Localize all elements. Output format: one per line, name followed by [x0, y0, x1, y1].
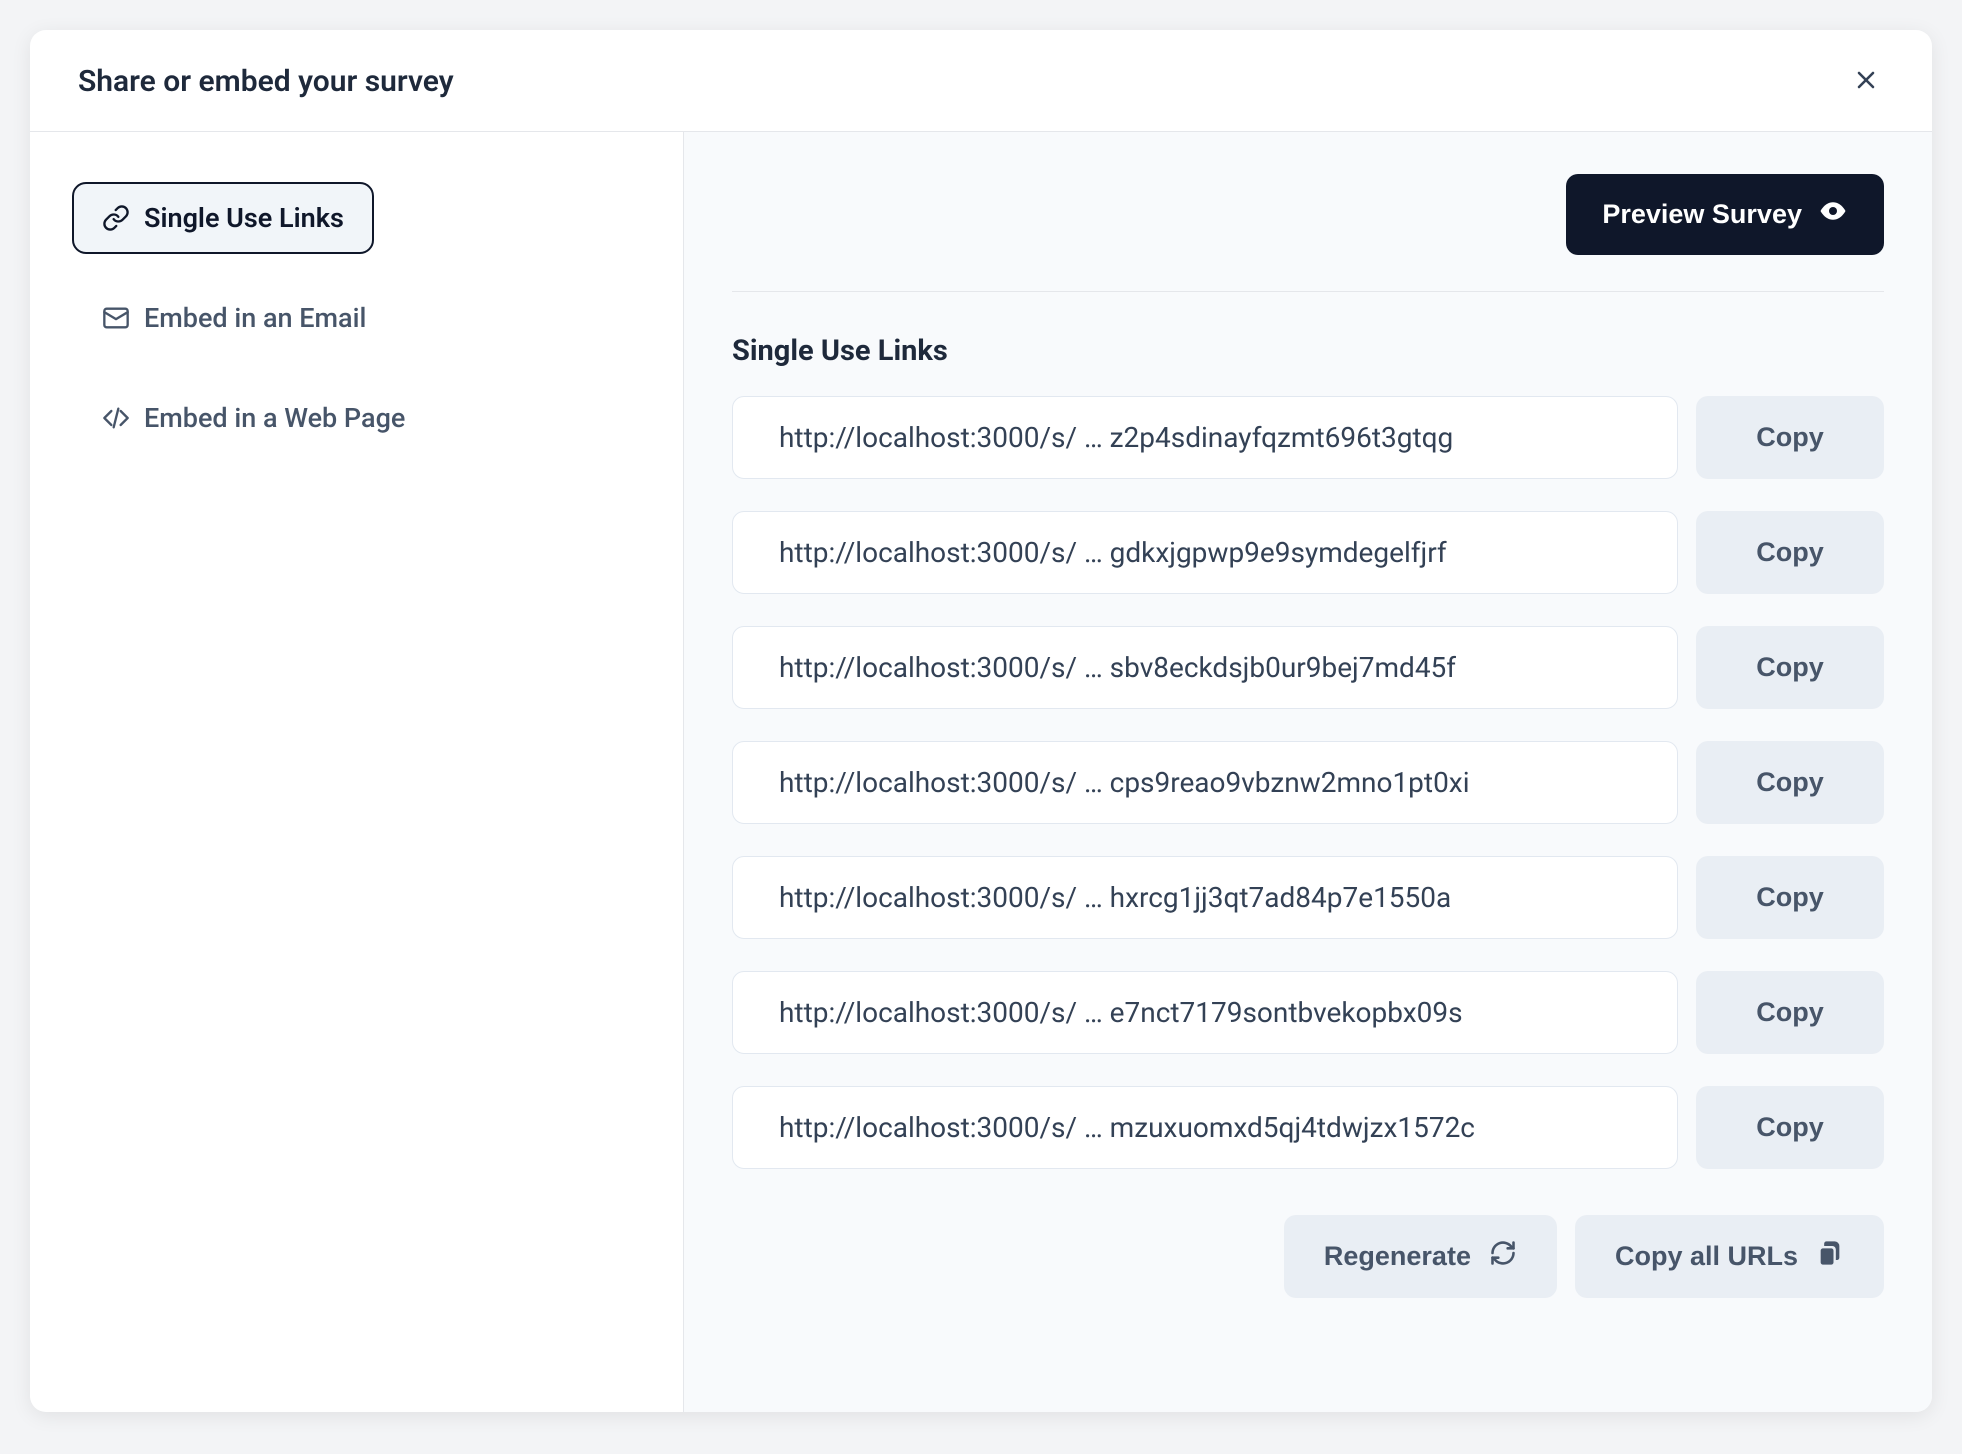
regenerate-label: Regenerate — [1324, 1241, 1471, 1272]
preview-button-label: Preview Survey — [1602, 199, 1802, 230]
sidebar-item-embed-webpage[interactable]: Embed in a Web Page — [72, 382, 435, 454]
copy-button[interactable]: Copy — [1696, 626, 1884, 709]
link-url[interactable]: http://localhost:3000/s/ … cps9reao9vbzn… — [732, 741, 1678, 824]
sidebar-item-label: Embed in a Web Page — [144, 402, 405, 434]
sidebar-item-single-use-links[interactable]: Single Use Links — [72, 182, 374, 254]
sidebar: Single Use Links Embed in an Email — [30, 132, 684, 1412]
link-row: http://localhost:3000/s/ … z2p4sdinayfqz… — [732, 396, 1884, 479]
copy-button[interactable]: Copy — [1696, 1086, 1884, 1169]
top-row: Preview Survey — [732, 174, 1884, 292]
section-title: Single Use Links — [732, 334, 1884, 368]
link-url[interactable]: http://localhost:3000/s/ … hxrcg1jj3qt7a… — [732, 856, 1678, 939]
close-button[interactable] — [1848, 62, 1884, 101]
copy-button[interactable]: Copy — [1696, 396, 1884, 479]
link-row: http://localhost:3000/s/ … hxrcg1jj3qt7a… — [732, 856, 1884, 939]
sidebar-item-label: Single Use Links — [144, 202, 344, 234]
link-icon — [102, 204, 130, 232]
copy-button[interactable]: Copy — [1696, 971, 1884, 1054]
copy-all-label: Copy all URLs — [1615, 1241, 1798, 1272]
preview-survey-button[interactable]: Preview Survey — [1566, 174, 1884, 255]
code-icon — [102, 404, 130, 432]
link-url[interactable]: http://localhost:3000/s/ … mzuxuomxd5qj4… — [732, 1086, 1678, 1169]
link-row: http://localhost:3000/s/ … cps9reao9vbzn… — [732, 741, 1884, 824]
link-row: http://localhost:3000/s/ … mzuxuomxd5qj4… — [732, 1086, 1884, 1169]
modal-header: Share or embed your survey — [30, 30, 1932, 132]
link-row: http://localhost:3000/s/ … gdkxjgpwp9e9s… — [732, 511, 1884, 594]
link-url[interactable]: http://localhost:3000/s/ … z2p4sdinayfqz… — [732, 396, 1678, 479]
mail-icon — [102, 304, 130, 332]
copy-button[interactable]: Copy — [1696, 741, 1884, 824]
main-panel: Preview Survey Single Use Links http://l… — [684, 132, 1932, 1412]
copy-button[interactable]: Copy — [1696, 511, 1884, 594]
copy-all-button[interactable]: Copy all URLs — [1575, 1215, 1884, 1298]
copy-icon — [1816, 1239, 1844, 1274]
share-modal: Share or embed your survey Single Use Li… — [30, 30, 1932, 1412]
link-url[interactable]: http://localhost:3000/s/ … sbv8eckdsjb0u… — [732, 626, 1678, 709]
link-row: http://localhost:3000/s/ … e7nct7179sont… — [732, 971, 1884, 1054]
link-url[interactable]: http://localhost:3000/s/ … gdkxjgpwp9e9s… — [732, 511, 1678, 594]
modal-title: Share or embed your survey — [78, 64, 454, 99]
refresh-icon — [1489, 1239, 1517, 1274]
eye-icon — [1818, 196, 1848, 233]
link-url[interactable]: http://localhost:3000/s/ … e7nct7179sont… — [732, 971, 1678, 1054]
link-row: http://localhost:3000/s/ … sbv8eckdsjb0u… — [732, 626, 1884, 709]
modal-body: Single Use Links Embed in an Email — [30, 132, 1932, 1412]
sidebar-item-embed-email[interactable]: Embed in an Email — [72, 282, 396, 354]
copy-button[interactable]: Copy — [1696, 856, 1884, 939]
sidebar-item-label: Embed in an Email — [144, 302, 366, 334]
footer-row: Regenerate Copy all URLs — [732, 1215, 1884, 1298]
link-list: http://localhost:3000/s/ … z2p4sdinayfqz… — [732, 396, 1884, 1169]
regenerate-button[interactable]: Regenerate — [1284, 1215, 1557, 1298]
close-icon — [1852, 66, 1880, 97]
